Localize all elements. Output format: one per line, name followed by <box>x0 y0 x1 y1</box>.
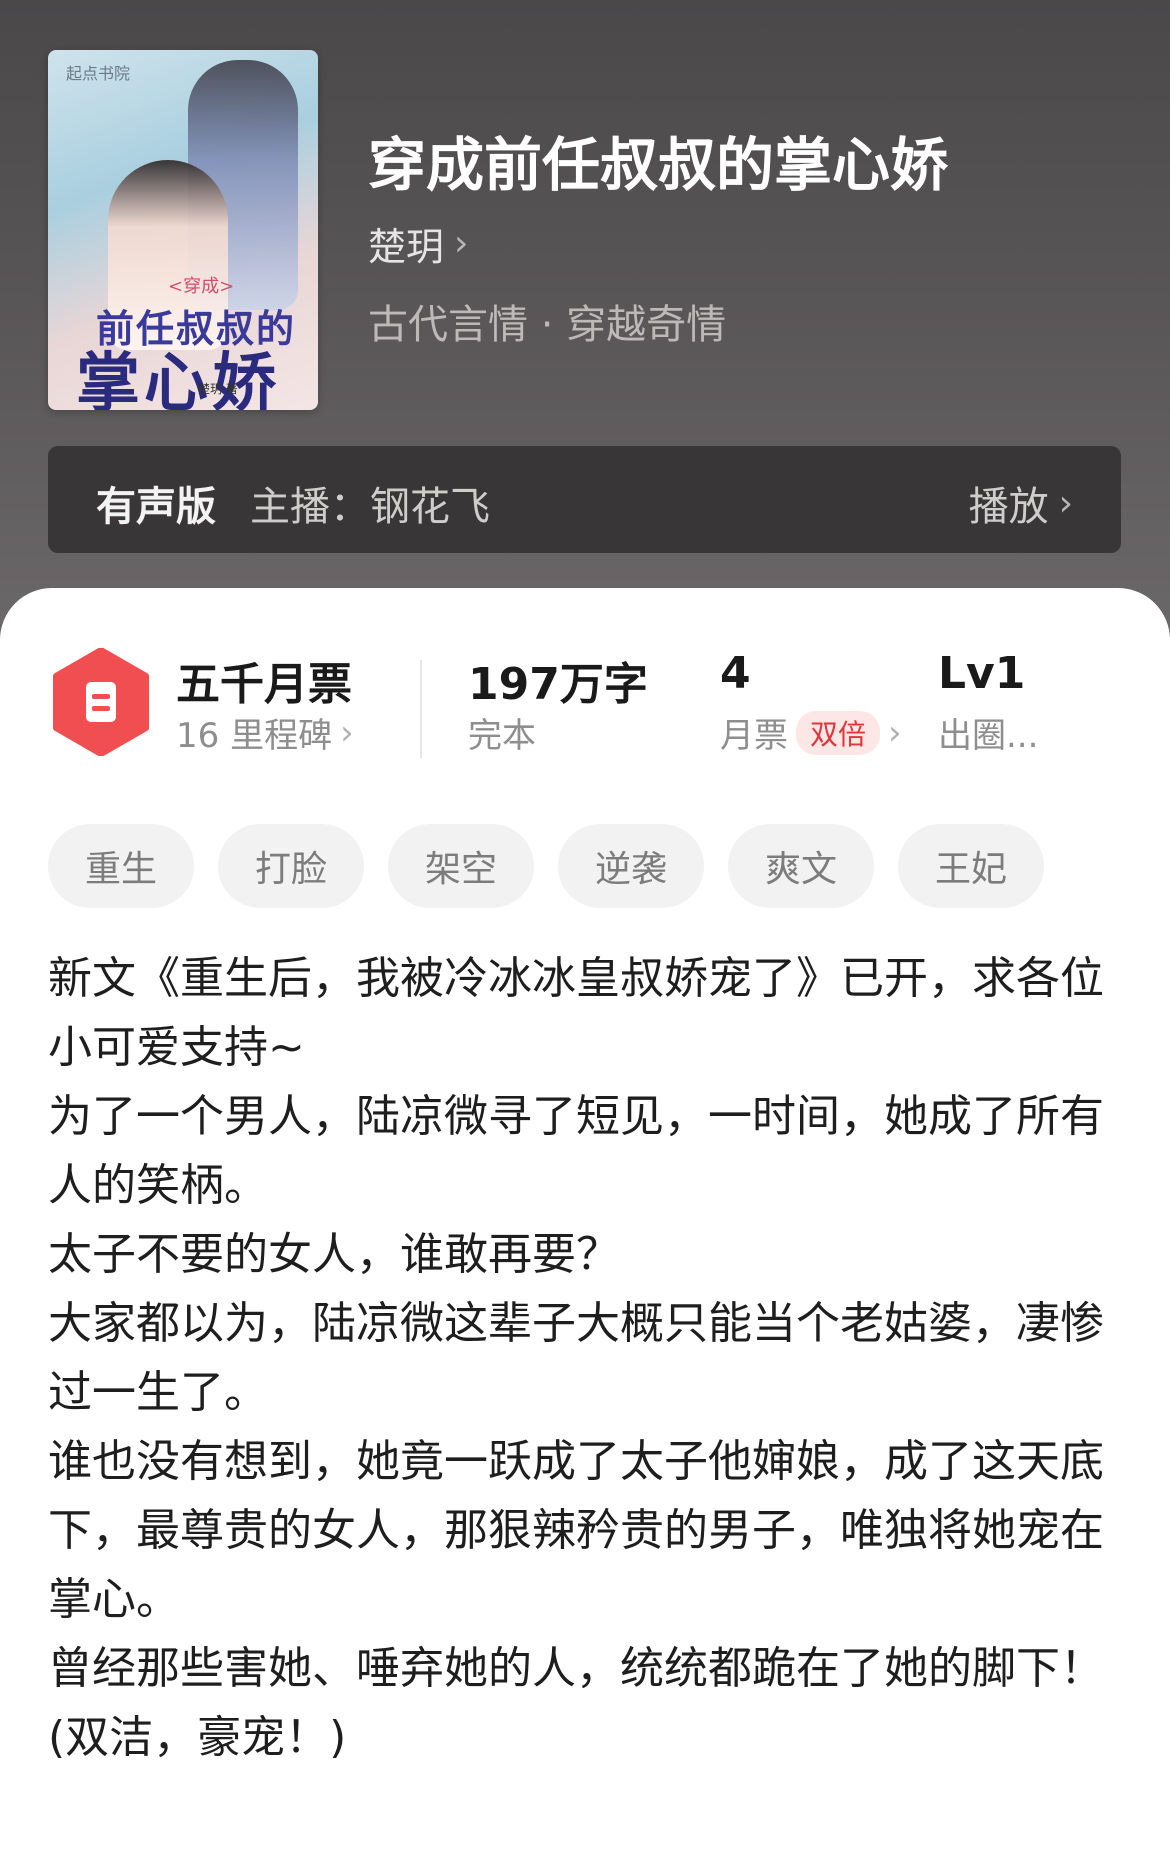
book-header: 起点书院 <穿成> 前任叔叔的 掌心娇 楚玥 著 穿成前任叔叔的掌心娇 楚玥 ›… <box>0 0 1170 640</box>
cover-subtitle: <穿成> <box>168 276 235 297</box>
stats-divider <box>420 660 422 758</box>
book-cover[interactable]: 起点书院 <穿成> 前任叔叔的 掌心娇 楚玥 著 <box>48 50 318 410</box>
description-paragraph: 为了一个男人，陆凉微寻了短见，一时间，她成了所有人的笑柄。 <box>48 1091 1104 1211</box>
description-paragraph: 曾经那些害她、唾弃她的人，统统都跪在了她的脚下！ <box>48 1643 1104 1694</box>
book-title: 穿成前任叔叔的掌心娇 <box>368 131 949 199</box>
tag-chip[interactable]: 爽文 <box>728 824 874 908</box>
description-paragraph: (双洁，豪宠！) <box>48 1712 347 1763</box>
author-name: 楚玥 <box>368 225 445 269</box>
level-label[interactable]: 出圈... <box>938 708 1038 757</box>
monthly-ticket-label: 月票 <box>720 716 788 756</box>
audio-label: 有声版 <box>96 484 216 530</box>
monthly-ticket-count: 4 <box>720 648 751 699</box>
description-paragraph: 谁也没有想到，她竟一跃成了太子他婶娘，成了这天底下，最尊贵的女人，那狠辣矜贵的男… <box>48 1436 1104 1625</box>
description-paragraph: 太子不要的女人，谁敢再要？ <box>48 1229 620 1280</box>
audio-anchor: 主播：钢花飞 <box>250 484 490 530</box>
tag-chip[interactable]: 王妃 <box>898 824 1044 908</box>
cover-publisher-logo: 起点书院 <box>66 64 131 83</box>
chevron-right-icon: › <box>340 712 354 753</box>
ticket-icon <box>53 648 149 756</box>
description-paragraph: 大家都以为，陆凉微这辈子大概只能当个老姑婆，凄惨过一生了。 <box>48 1298 1104 1418</box>
completion-status: 完本 <box>468 716 536 756</box>
milestone-link[interactable]: 16 里程碑 › <box>176 708 354 757</box>
cover-author: 楚玥 著 <box>198 382 238 396</box>
audio-play-label: 播放 <box>968 484 1049 530</box>
word-count: 197万字 <box>468 659 648 710</box>
tag-list: 重生 打脸 架空 逆袭 爽文 王妃 <box>48 824 1044 908</box>
tag-chip[interactable]: 逆袭 <box>558 824 704 908</box>
chevron-right-icon: › <box>1058 482 1073 524</box>
tag-chip[interactable]: 打脸 <box>218 824 364 908</box>
double-badge: 双倍 <box>796 710 881 755</box>
book-genre: 古代言情 · 穿越奇情 <box>368 302 727 348</box>
cover-title-line2: 掌心娇 <box>76 346 280 410</box>
description-paragraph: 新文《重生后，我被冷冰冰皇叔娇宠了》已开，求各位小可爱支持~ <box>48 953 1104 1073</box>
author-link[interactable]: 楚玥 › <box>368 216 468 271</box>
milestone-text: 16 里程碑 <box>176 716 333 756</box>
tag-chip[interactable]: 架空 <box>388 824 534 908</box>
book-description: 新文《重生后，我被冷冰冰皇叔娇宠了》已开，求各位小可爱支持~ 为了一个男人，陆凉… <box>48 944 1128 1772</box>
chevron-right-icon: › <box>454 223 469 264</box>
book-info-panel: 五千月票 16 里程碑 › 197万字 完本 4 月票 双倍 › Lv1 出圈.… <box>0 588 1170 1857</box>
chevron-right-icon: › <box>888 712 902 753</box>
level-value: Lv1 <box>938 648 1026 699</box>
audio-play-button[interactable]: 播放 › <box>969 474 1073 532</box>
tickets-title: 五千月票 <box>176 659 352 710</box>
monthly-ticket-link[interactable]: 月票 双倍 › <box>720 708 902 757</box>
tag-chip[interactable]: 重生 <box>48 824 194 908</box>
audio-version-bar[interactable]: 有声版 主播：钢花飞 播放 › <box>48 446 1121 553</box>
